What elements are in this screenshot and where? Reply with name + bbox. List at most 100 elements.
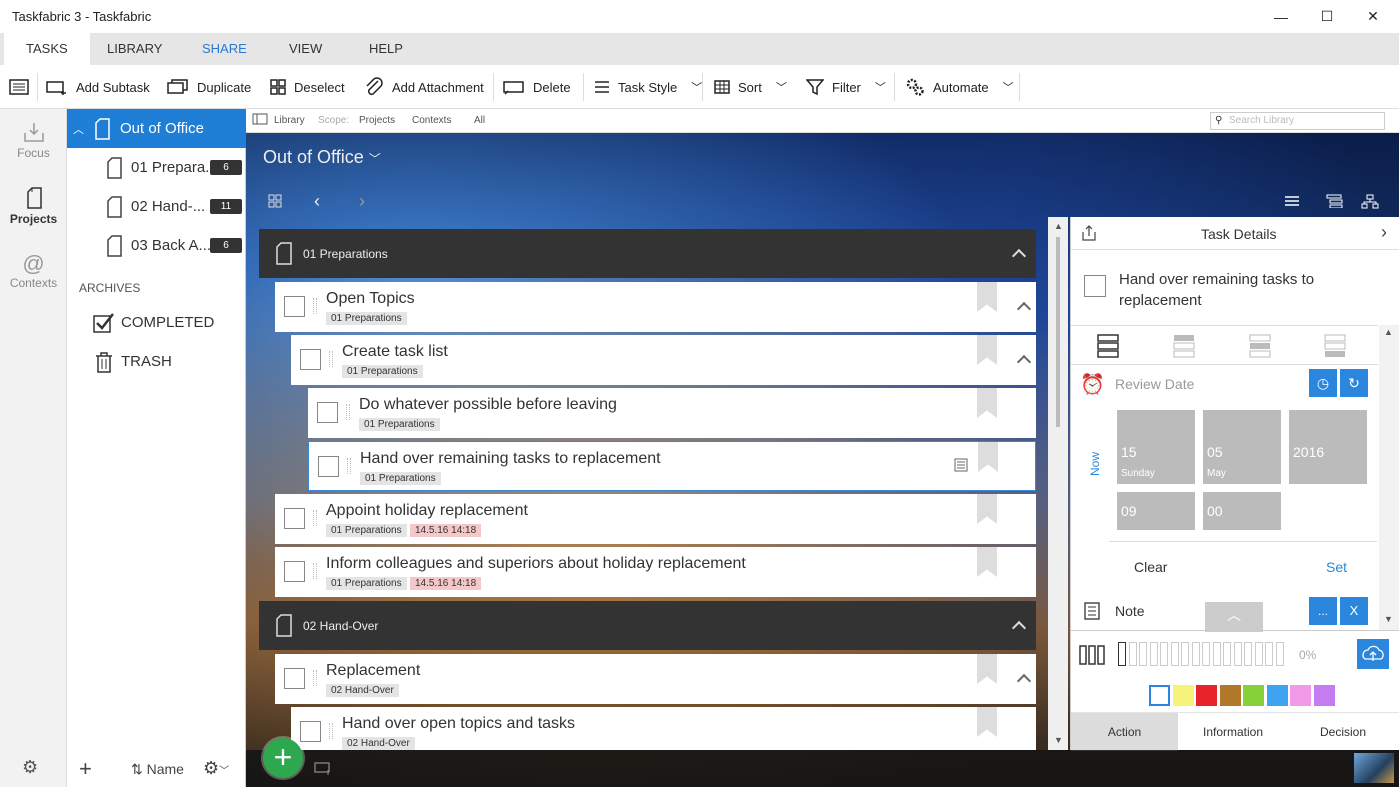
progress-segment[interactable] [1149, 642, 1158, 666]
progress-segment[interactable] [1170, 642, 1179, 666]
details-checkbox[interactable] [1084, 275, 1106, 297]
hierarchy-layout-icon[interactable] [1361, 194, 1379, 215]
collapse-icon[interactable] [1011, 248, 1027, 264]
scroll-thumb[interactable] [1056, 237, 1060, 427]
list-view-button[interactable] [9, 65, 29, 109]
task-row[interactable]: Replacement 02 Hand-Over [275, 654, 1036, 704]
tab-share[interactable]: SHARE [180, 33, 269, 65]
bookmark-icon[interactable] [977, 654, 997, 684]
set-button[interactable]: Set [1326, 559, 1347, 575]
task-row[interactable]: Create task list 01 Preparations [291, 335, 1036, 385]
color-swatch[interactable] [1149, 685, 1170, 706]
minute-tile[interactable]: 00 [1203, 492, 1281, 530]
drag-handle[interactable] [313, 298, 317, 314]
task-row[interactable]: Appoint holiday replacement 01 Preparati… [275, 494, 1036, 544]
deselect-button[interactable]: Deselect [270, 65, 345, 109]
hour-tile[interactable]: 09 [1117, 492, 1195, 530]
task-checkbox[interactable] [284, 561, 305, 582]
task-checkbox[interactable] [284, 508, 305, 529]
note-more-button[interactable]: ... [1309, 597, 1337, 625]
trash-archive[interactable]: TRASH [67, 342, 246, 381]
drag-handle[interactable] [329, 723, 333, 739]
delete-button[interactable]: Delete [503, 65, 571, 109]
collapse-panel-button[interactable]: ︿ [1205, 602, 1263, 632]
tab-decision[interactable]: Decision [1288, 713, 1398, 751]
progress-segment[interactable] [1160, 642, 1168, 666]
settings-icon[interactable]: ⚙ [22, 757, 38, 778]
task-checkbox[interactable] [300, 349, 321, 370]
color-swatch[interactable] [1172, 685, 1194, 706]
progress-segment[interactable] [1275, 642, 1284, 666]
forward-arrow-icon[interactable]: › [359, 191, 365, 212]
tab-action[interactable]: Action [1071, 713, 1178, 751]
progress-segment[interactable] [1139, 642, 1147, 666]
drag-handle[interactable] [347, 458, 351, 474]
scroll-down-icon[interactable]: ▼ [1384, 614, 1393, 624]
task-row[interactable]: Inform colleagues and superiors about ho… [275, 547, 1036, 597]
collapse-icon[interactable] [1016, 354, 1032, 370]
drag-handle[interactable] [329, 351, 333, 367]
bookmark-icon[interactable] [978, 442, 998, 472]
day-tile[interactable]: 15 Sunday [1117, 410, 1195, 484]
nav-projects[interactable]: Projects [0, 187, 67, 226]
task-row-selected[interactable]: Hand over remaining tasks to replacement… [308, 441, 1036, 491]
bookmark-icon[interactable] [977, 707, 997, 737]
group-header[interactable]: 02 Hand-Over [259, 601, 1036, 650]
maximize-button[interactable]: ☐ [1304, 0, 1350, 33]
tree-layout-icon[interactable] [1326, 194, 1344, 213]
repeat-button[interactable]: ↻ [1340, 369, 1368, 397]
scroll-up-icon[interactable]: ▲ [1054, 221, 1063, 231]
project-item[interactable]: 01 Prepara... 6 [67, 148, 246, 187]
collapse-icon[interactable] [1016, 301, 1032, 317]
progress-segment[interactable] [1244, 642, 1252, 666]
tab-library[interactable]: LIBRARY [85, 33, 184, 65]
tab-tasks[interactable]: TASKS [4, 33, 90, 65]
progress-segment[interactable] [1181, 642, 1189, 666]
nav-focus[interactable]: Focus [0, 121, 67, 160]
bookmark-icon[interactable] [977, 388, 997, 418]
collapse-icon[interactable] [1011, 620, 1027, 636]
progress-segment[interactable] [1265, 642, 1273, 666]
task-style-button[interactable]: Task Style ﹀ [594, 65, 702, 109]
bookmark-icon[interactable] [977, 335, 997, 365]
progress-segment[interactable] [1118, 642, 1126, 666]
color-swatch[interactable] [1313, 685, 1335, 706]
close-button[interactable]: ✕ [1350, 0, 1396, 33]
task-row[interactable]: Open Topics 01 Preparations [275, 282, 1036, 332]
drag-handle[interactable] [346, 404, 350, 420]
automate-button[interactable]: Automate ﹀ [905, 65, 1014, 109]
sort-button[interactable]: Sort ﹀ [714, 65, 787, 109]
grid-view-icon[interactable] [268, 194, 282, 213]
list-layout-icon[interactable] [1284, 194, 1300, 213]
chevron-right-icon[interactable]: › [1381, 222, 1387, 243]
project-item[interactable]: 02 Hand-... 11 [67, 187, 246, 226]
color-swatch[interactable] [1266, 685, 1288, 706]
progress-segment[interactable] [1202, 642, 1210, 666]
details-task-title[interactable]: Hand over remaining tasks to replacement [1119, 269, 1369, 311]
progress-segment[interactable] [1212, 642, 1221, 666]
progress-segment[interactable] [1254, 642, 1263, 666]
color-swatch[interactable] [1196, 685, 1217, 706]
add-project-icon[interactable]: + [79, 756, 92, 782]
month-tile[interactable]: 05 May [1203, 410, 1281, 484]
details-scrollbar[interactable]: ▲ ▼ [1379, 325, 1399, 630]
progress-segment[interactable] [1223, 642, 1231, 666]
group-header[interactable]: 01 Preparations [259, 229, 1036, 278]
scroll-up-icon[interactable]: ▲ [1384, 327, 1393, 337]
project-settings-icon[interactable]: ⚙﹀ [203, 758, 229, 779]
now-label[interactable]: Now [1088, 452, 1102, 476]
task-row[interactable]: Hand over open topics and tasks 02 Hand-… [291, 707, 1036, 750]
add-subtask-button[interactable]: Add Subtask [46, 65, 150, 109]
drag-handle[interactable] [313, 510, 317, 526]
color-swatch[interactable] [1290, 685, 1311, 706]
tab-help[interactable]: HELP [347, 33, 425, 65]
library-toggle-icon[interactable] [252, 113, 268, 128]
add-task-button[interactable]: + [263, 738, 303, 778]
task-checkbox[interactable] [284, 296, 305, 317]
scope-contexts[interactable]: Contexts [412, 115, 451, 126]
project-item[interactable]: 03 Back A... 6 [67, 226, 246, 265]
tab-view[interactable]: VIEW [267, 33, 344, 65]
background-thumbnail[interactable] [1354, 753, 1394, 783]
list-scrollbar[interactable]: ▲ ▼ [1048, 217, 1068, 750]
clock-button[interactable]: ◷ [1309, 369, 1337, 397]
